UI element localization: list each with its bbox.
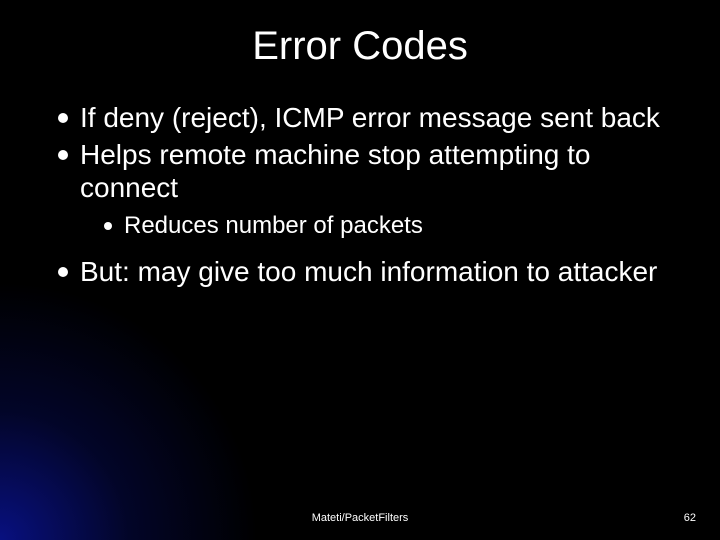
bullet-item: Helps remote machine stop attempting to …: [58, 138, 680, 241]
slide-container: Error Codes If deny (reject), ICMP error…: [0, 0, 720, 540]
sub-bullet-list: Reduces number of packets: [80, 212, 680, 241]
bullet-list: If deny (reject), ICMP error message sen…: [40, 101, 680, 288]
sub-bullet-item: Reduces number of packets: [104, 212, 680, 241]
footer-source: Mateti/PacketFilters: [0, 512, 720, 524]
sub-bullet-text: Reduces number of packets: [124, 212, 423, 239]
bullet-text: But: may give too much information to at…: [80, 256, 657, 287]
footer-page-number: 62: [684, 512, 696, 524]
bullet-item: But: may give too much information to at…: [58, 255, 680, 288]
bullet-item: If deny (reject), ICMP error message sen…: [58, 101, 680, 134]
bullet-text: If deny (reject), ICMP error message sen…: [80, 102, 660, 133]
bullet-text: Helps remote machine stop attempting to …: [80, 139, 590, 203]
slide-title: Error Codes: [40, 24, 680, 69]
